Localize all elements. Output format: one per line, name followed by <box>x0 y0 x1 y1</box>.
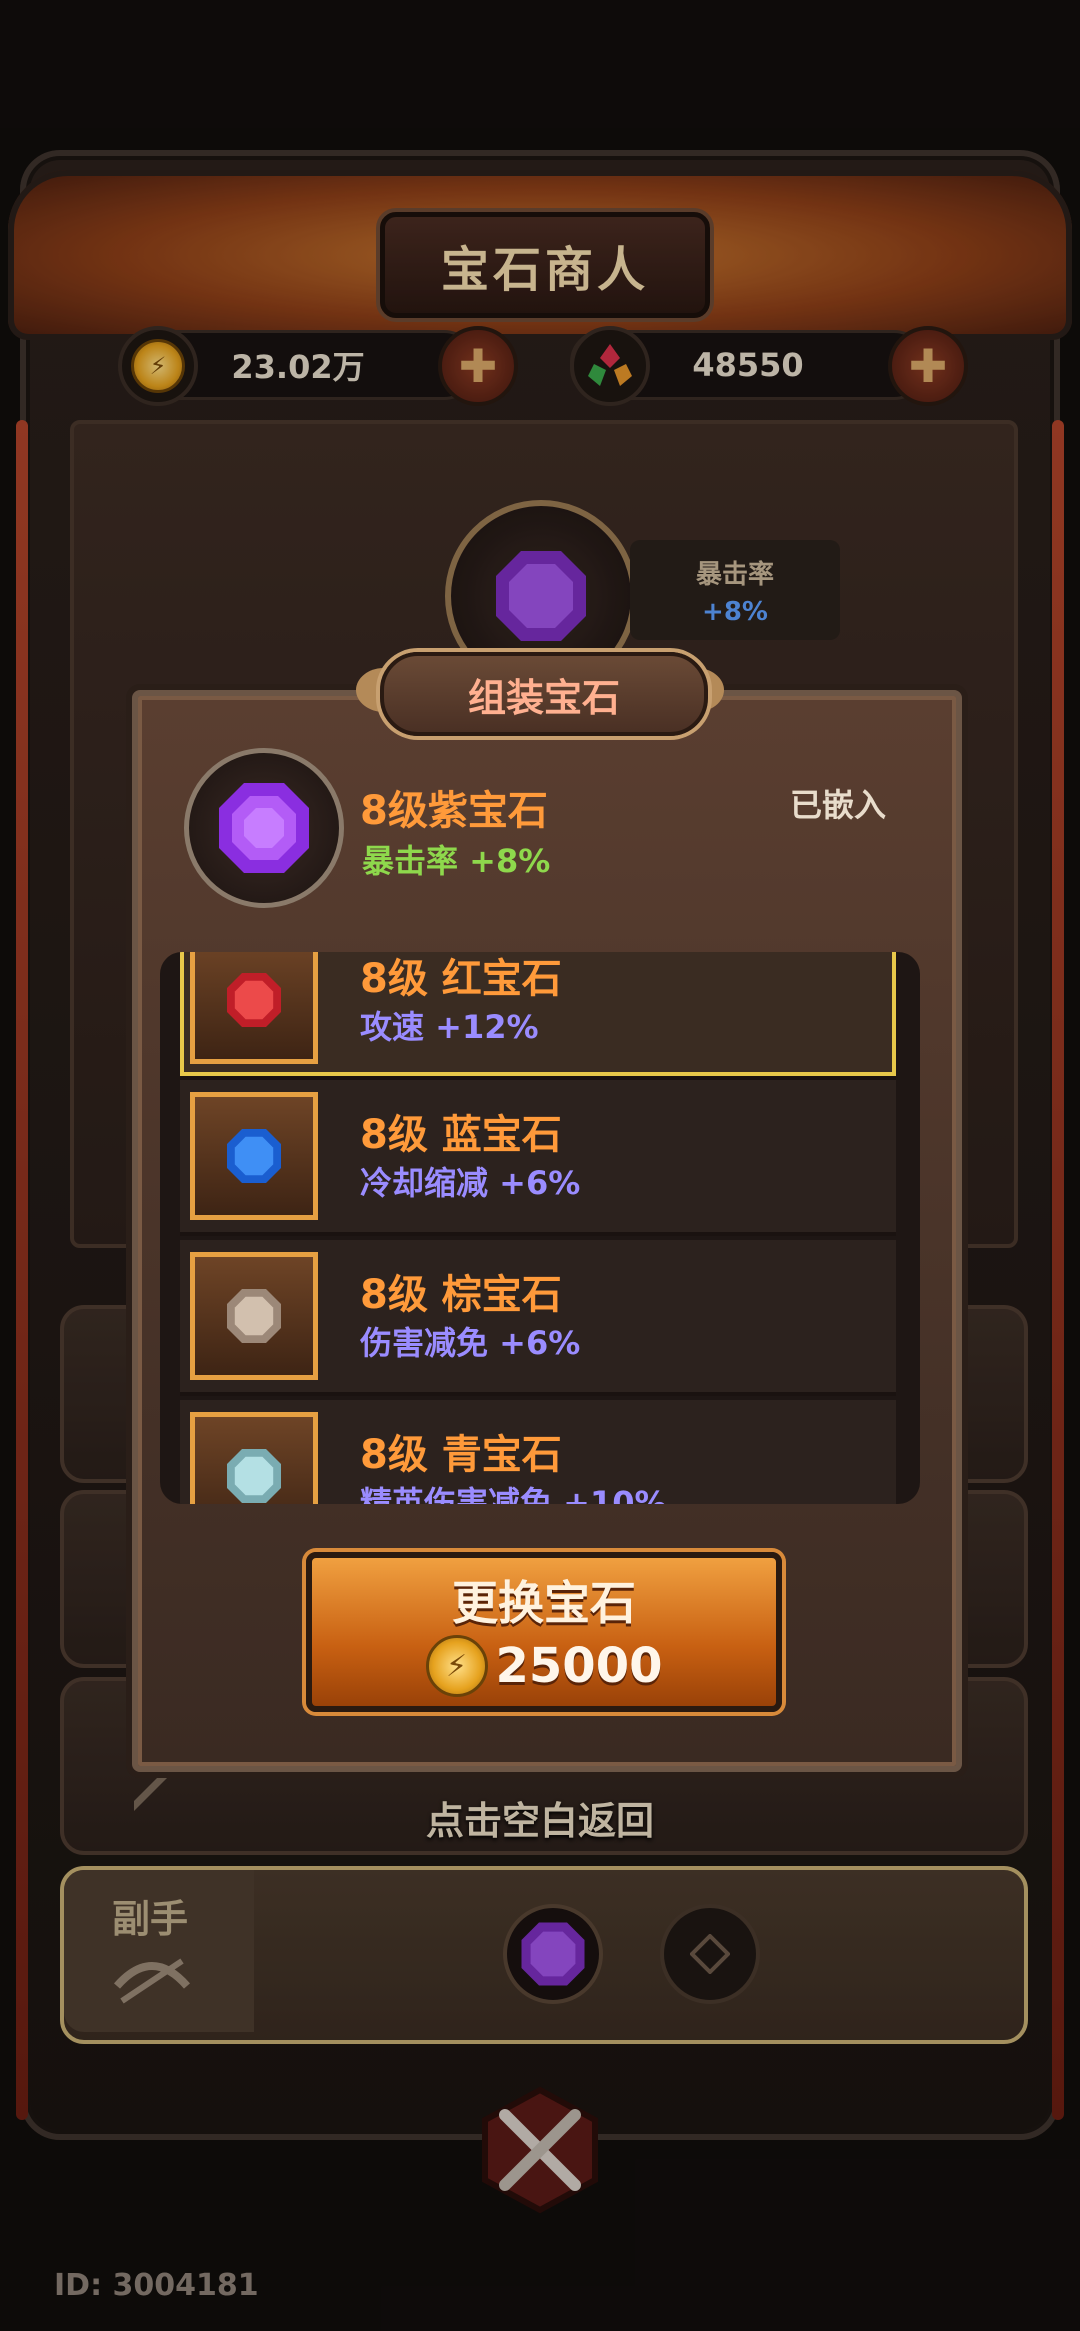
page-title: 宝石商人 <box>380 212 710 318</box>
add-gold-button[interactable]: ✚ <box>438 326 518 406</box>
blue-gem-icon <box>227 1129 281 1183</box>
gem-stat: 攻速 +12% <box>360 1008 539 1046</box>
crossed-swords-icon <box>482 2086 598 2214</box>
brown-gem-icon <box>227 1289 281 1343</box>
gem-thumbnail <box>190 1092 318 1220</box>
gem-list[interactable]: 8级 红宝石 攻速 +12% 8级 蓝宝石 冷却缩减 +6% 8级 棕宝石 伤害… <box>160 952 920 1504</box>
gem-cluster-icon <box>570 326 650 406</box>
current-gem-stat: 暴击率 +8% <box>362 842 551 880</box>
gem-stat: 精英伤害减免 +10% <box>360 1484 667 1504</box>
empty-socket-icon <box>690 1934 730 1974</box>
gem-stat: 冷却缩减 +6% <box>360 1164 581 1202</box>
offhand-label: 副手 <box>112 1897 189 1941</box>
swap-gem-button[interactable]: 更换宝石 ⚡ 25000 <box>306 1552 782 1712</box>
gem-list-item-brown[interactable]: 8级 棕宝石 伤害减免 +6% <box>180 1240 896 1396</box>
crossbow-icon <box>113 1958 191 2004</box>
coin-icon: ⚡ <box>118 326 198 406</box>
coin-icon: ⚡ <box>425 1635 488 1697</box>
gold-amount: 23.02万 <box>231 348 365 386</box>
tap-to-return-hint: 点击空白返回 <box>425 1799 654 1843</box>
gem-name: 8级 棕宝石 <box>360 1272 562 1318</box>
stat-tooltip: 暴击率 +8% <box>630 540 840 640</box>
gem-name: 8级 蓝宝石 <box>360 1112 562 1158</box>
gem-name: 8级 青宝石 <box>360 1432 562 1478</box>
tooltip-stat-value: +8% <box>702 596 768 627</box>
embedded-status: 已嵌入 <box>790 786 887 824</box>
gem-list-item-red[interactable]: 8级 红宝石 攻速 +12% <box>180 952 896 1080</box>
gem-stat: 伤害减免 +6% <box>360 1324 581 1362</box>
gem-thumbnail <box>190 1252 318 1380</box>
offhand-gem-slot[interactable] <box>503 1904 603 2004</box>
add-gem-button[interactable]: ✚ <box>888 326 968 406</box>
swap-cost-row: ⚡ 25000 <box>425 1635 663 1697</box>
empty-gem-slot[interactable] <box>660 1904 760 2004</box>
frame-border-left <box>16 420 28 2120</box>
current-gem-slot <box>184 748 344 908</box>
purple-gem-icon <box>496 551 586 641</box>
purple-gem-icon <box>219 783 309 873</box>
gem-list-item-blue[interactable]: 8级 蓝宝石 冷却缩减 +6% <box>180 1080 896 1236</box>
gem-thumbnail <box>190 952 318 1064</box>
purple-gem-icon <box>521 1922 585 1986</box>
user-id-label: ID: 3004181 <box>54 2268 259 2303</box>
swap-cost: 25000 <box>495 1638 663 1694</box>
tooltip-stat-name: 暴击率 <box>695 559 774 590</box>
gem-list-item-cyan[interactable]: 8级 青宝石 精英伤害减免 +10% <box>180 1400 896 1504</box>
frame-border-right <box>1052 420 1064 2120</box>
current-gem-name: 8级紫宝石 <box>360 788 548 834</box>
close-button[interactable] <box>475 2085 605 2215</box>
dialog-title: 组装宝石 <box>380 652 708 736</box>
swap-gem-label: 更换宝石 <box>452 1576 636 1630</box>
gem-name: 8级 红宝石 <box>360 956 562 1002</box>
cyan-gem-icon <box>227 1449 281 1503</box>
red-gem-icon <box>227 973 281 1027</box>
gem-thumbnail <box>190 1412 318 1504</box>
gem-amount: 48550 <box>692 346 804 384</box>
